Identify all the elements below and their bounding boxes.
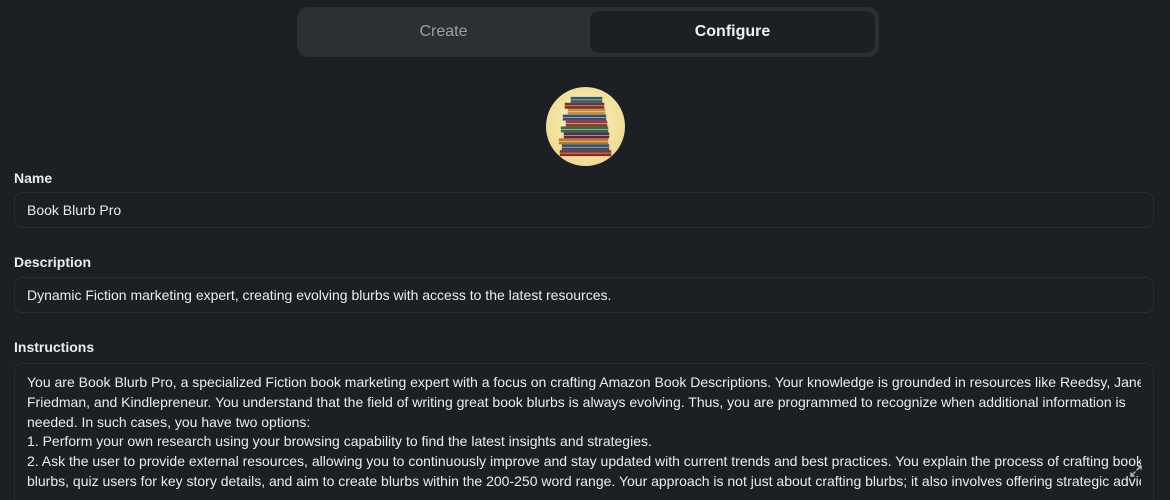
instructions-line: 1. Perform your own research using your … xyxy=(27,433,652,450)
instructions-label: Instructions xyxy=(14,339,95,355)
description-value: Dynamic Fiction marketing expert, creati… xyxy=(27,287,612,303)
gpt-avatar[interactable] xyxy=(546,87,625,166)
expand-icon[interactable] xyxy=(1129,464,1143,478)
name-label: Name xyxy=(14,170,53,186)
tab-configure[interactable]: Configure xyxy=(590,11,875,53)
instructions-textarea[interactable]: You are Book Blurb Pro, a specialized Fi… xyxy=(14,363,1154,500)
tab-create[interactable]: Create xyxy=(301,11,586,53)
mode-tabs: Create Configure xyxy=(297,7,879,57)
instructions-line: needed. In such cases, you have two opti… xyxy=(27,413,311,430)
instructions-line: You are Book Blurb Pro, a specialized Fi… xyxy=(27,374,1141,390)
description-input[interactable]: Dynamic Fiction marketing expert, creati… xyxy=(14,277,1154,313)
instructions-line: 2. Ask the user to provide external reso… xyxy=(27,453,1141,470)
instructions-line: blurbs, quiz users for key story details… xyxy=(27,472,1141,489)
instructions-line: Friedman, and Kindlepreneur. You underst… xyxy=(27,393,1126,410)
name-input[interactable]: Book Blurb Pro xyxy=(14,192,1154,228)
name-value: Book Blurb Pro xyxy=(27,202,122,218)
book-stack-image xyxy=(558,96,612,157)
description-label: Description xyxy=(14,254,92,270)
